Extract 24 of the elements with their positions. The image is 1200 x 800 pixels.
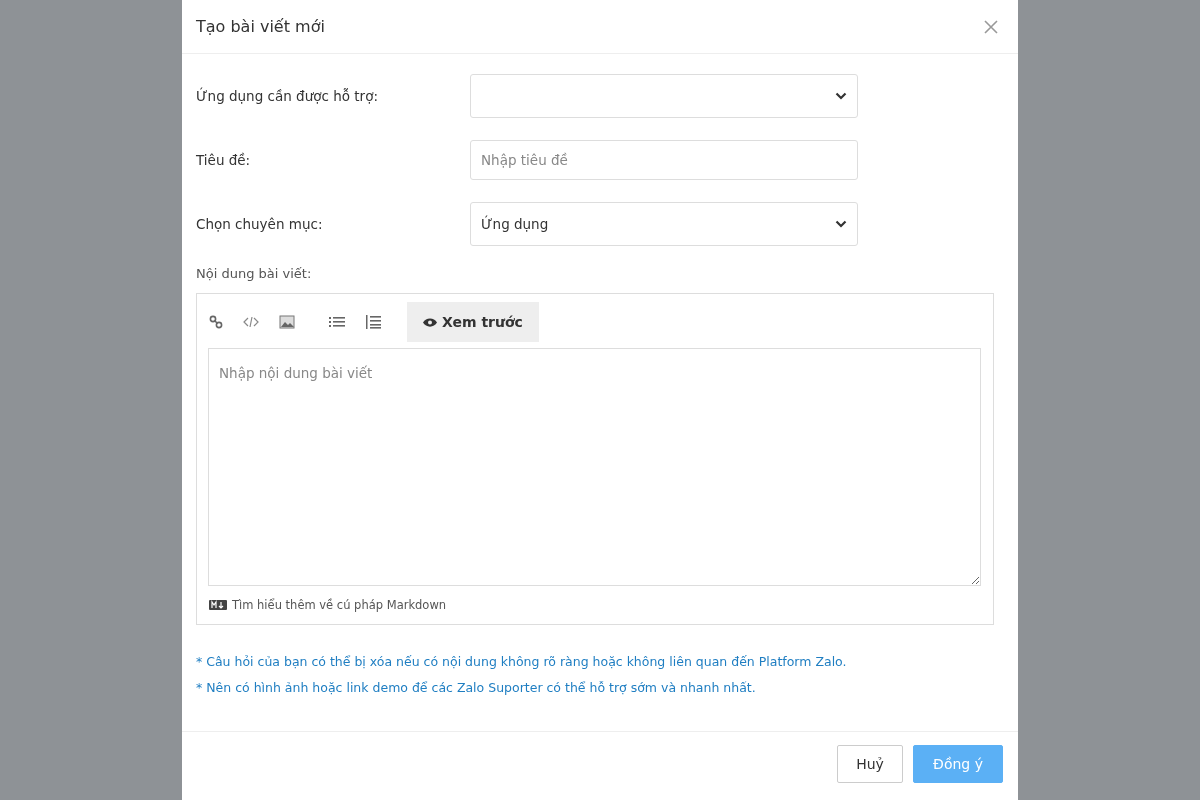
dialog-title: Tạo bài viết mới xyxy=(196,17,325,36)
numbered-list-icon[interactable] xyxy=(365,315,381,329)
select-field[interactable]: Ứng dụng xyxy=(470,202,858,246)
markdown-icon xyxy=(209,600,227,610)
note-text: * Nên có hình ảnh hoặc link demo để các Zalo Suporter có thể hỗ trợ sớm và nhanh nhất. xyxy=(196,679,757,697)
content-textarea[interactable]: Nhập nội dung bài viết xyxy=(208,348,981,586)
bulleted-list-icon[interactable] xyxy=(329,316,345,328)
markdown-link[interactable]: Tìm hiểu thêm về cú pháp Markdown xyxy=(232,598,447,612)
chevron-down-icon xyxy=(835,220,847,228)
eye-icon xyxy=(423,317,437,327)
close-icon[interactable] xyxy=(984,19,998,34)
field-label: Ứng dụng cần được hỗ trợ: xyxy=(196,88,379,104)
code-icon[interactable] xyxy=(243,316,259,328)
field-label: Chọn chuyên mục: xyxy=(196,216,324,232)
preview-button[interactable]: Xem trước xyxy=(407,302,539,342)
image-icon[interactable] xyxy=(279,315,295,329)
title-field[interactable]: Nhập tiêu đề xyxy=(470,140,858,180)
content-label: Nội dung bài viết: xyxy=(196,266,313,281)
select-field[interactable] xyxy=(470,74,858,118)
note-text: * Câu hỏi của bạn có thể bị xóa nếu có nội dung không rõ ràng hoặc không liên quan đến Platform Zalo. xyxy=(196,653,848,671)
link-icon[interactable] xyxy=(209,315,223,329)
field-label: Tiêu đề: xyxy=(196,152,252,168)
chevron-down-icon xyxy=(835,92,847,100)
cancel-button[interactable]: Huỷ xyxy=(837,745,903,783)
